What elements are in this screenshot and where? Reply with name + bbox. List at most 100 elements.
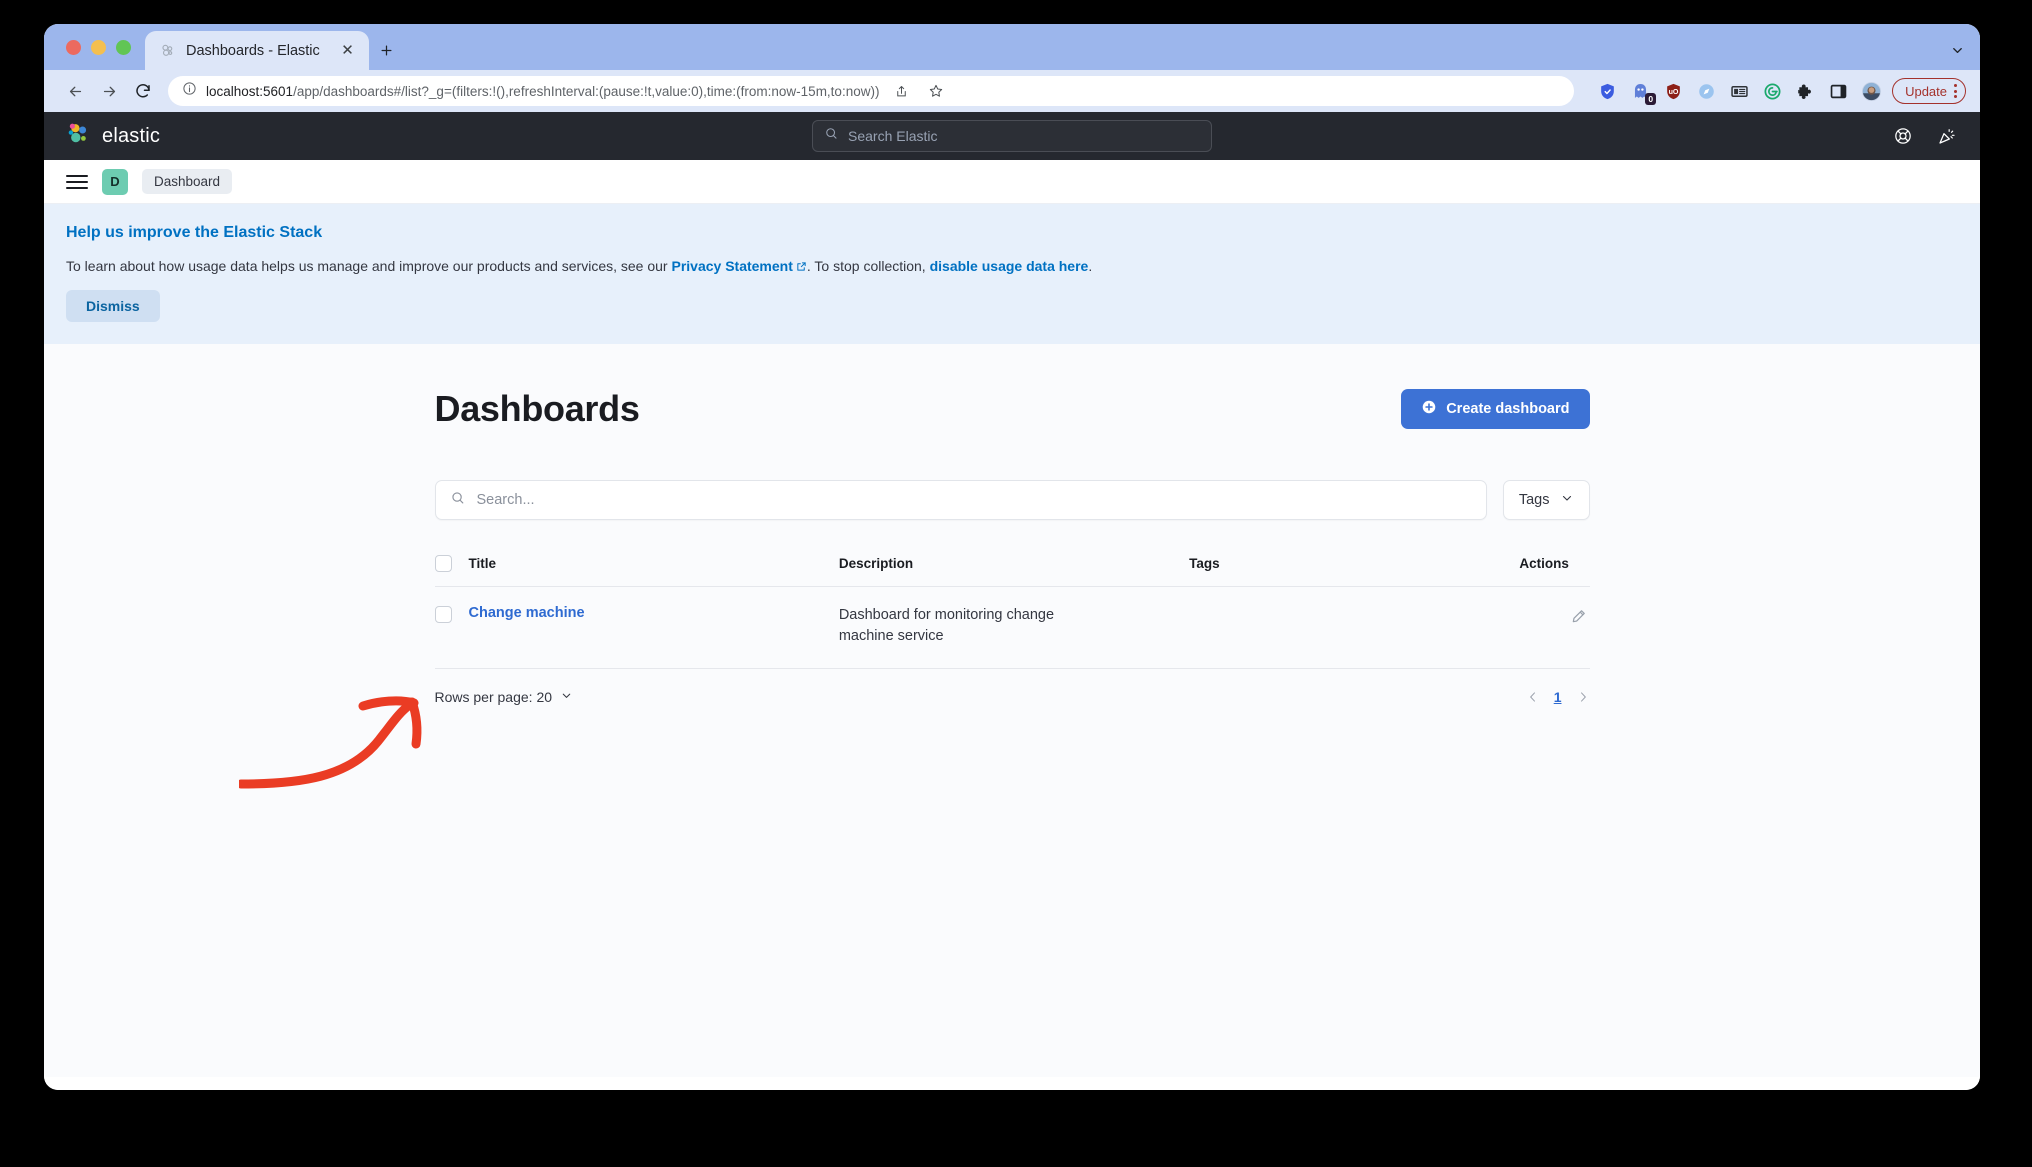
arrow-right-icon[interactable] <box>94 76 124 106</box>
browser-tab-strip: Dashboards - Elastic ✕ <box>44 24 1980 70</box>
browser-tab-title: Dashboards - Elastic <box>186 42 320 59</box>
chevron-left-icon[interactable] <box>1526 690 1540 704</box>
puzzle-extensions-icon[interactable] <box>1794 80 1816 102</box>
banner-body: To learn about how usage data helps us m… <box>66 258 1958 274</box>
grammarly-extension-icon[interactable] <box>1761 80 1783 102</box>
banner-text-end: . <box>1088 258 1093 274</box>
banner-text-before: To learn about how usage data helps us m… <box>66 258 672 274</box>
reload-icon[interactable] <box>128 76 158 106</box>
create-dashboard-button[interactable]: Create dashboard <box>1401 389 1590 429</box>
kebab-menu-icon[interactable] <box>1954 84 1957 98</box>
global-search-input[interactable]: Search Elastic <box>812 120 1212 152</box>
new-tab-button[interactable] <box>369 31 403 70</box>
select-all-cell <box>434 546 469 587</box>
banner-text-middle: . To stop collection, <box>806 258 930 274</box>
help-lifebuoy-icon[interactable] <box>1892 125 1914 147</box>
column-header-tags[interactable]: Tags <box>1189 546 1520 587</box>
chevron-right-icon[interactable] <box>1576 690 1590 704</box>
share-icon[interactable] <box>888 78 914 104</box>
table-row: Change machine Dashboard for monitoring … <box>434 586 1590 670</box>
window-traffic-lights <box>62 24 145 70</box>
ghostery-badge-count: 0 <box>1645 92 1657 105</box>
dismiss-button[interactable]: Dismiss <box>66 290 160 322</box>
dashboards-table: Title Description Tags Actions Change ma… <box>434 546 1590 670</box>
pager: 1 <box>1526 689 1590 705</box>
row-description-text: Dashboard for monitoring change machine … <box>838 607 1055 644</box>
tags-filter-button[interactable]: Tags <box>1502 480 1590 520</box>
hamburger-menu-icon[interactable] <box>66 174 88 189</box>
tags-filter-label: Tags <box>1518 492 1550 508</box>
elastic-wordmark: elastic <box>102 124 161 147</box>
chevron-down-icon <box>560 689 573 705</box>
update-button[interactable]: Update <box>1892 78 1966 104</box>
breadcrumb-item-dashboard[interactable]: Dashboard <box>142 169 233 194</box>
create-dashboard-label: Create dashboard <box>1446 401 1570 417</box>
filter-row: Search... Tags <box>434 480 1590 520</box>
ghostery-extension-icon[interactable]: 0 <box>1629 80 1657 105</box>
address-bar-url: localhost:5601/app/dashboards#/list?_g=(… <box>206 84 879 99</box>
row-title-cell: Change machine <box>468 586 839 670</box>
kibana-page: elastic Search Elastic D Dashboard Help … <box>44 112 1980 1090</box>
info-circle-icon[interactable] <box>182 81 197 101</box>
select-all-checkbox[interactable] <box>434 555 452 572</box>
ublock-extension-icon[interactable]: uO <box>1662 80 1684 102</box>
news-celebration-icon[interactable] <box>1936 125 1958 147</box>
chevron-down-icon <box>1560 491 1574 509</box>
profile-avatar[interactable] <box>1860 80 1882 102</box>
column-header-title[interactable]: Title <box>468 546 839 587</box>
row-tags-cell <box>1189 586 1520 670</box>
banner-title: Help us improve the Elastic Stack <box>66 224 323 241</box>
tab-strip-spacer <box>403 31 1934 70</box>
search-input[interactable]: Search... <box>434 480 1487 520</box>
elastic-home-link[interactable]: elastic <box>66 121 160 152</box>
pencil-edit-icon[interactable] <box>1568 605 1590 627</box>
reader-extension-icon[interactable] <box>1728 80 1750 102</box>
header-action-icons <box>1892 125 1958 147</box>
page-title: Dashboards <box>434 388 640 429</box>
row-description-cell: Dashboard for monitoring change machine … <box>838 586 1190 670</box>
search-icon <box>450 490 466 511</box>
address-bar[interactable]: localhost:5601/app/dashboards#/list?_g=(… <box>168 76 1575 106</box>
pagination: Rows per page: 20 1 <box>435 669 1590 705</box>
dashboards-list-page: Dashboards Create dashboard Search... Ta… <box>44 344 1980 1077</box>
star-icon[interactable] <box>923 78 949 104</box>
url-path: /app/dashboards#/list?_g=(filters:!(),re… <box>293 83 880 99</box>
arrow-left-icon[interactable] <box>60 76 90 106</box>
minimize-window-button[interactable] <box>91 39 106 55</box>
update-button-label: Update <box>1905 83 1947 99</box>
plus-circle-icon <box>1421 399 1437 419</box>
extension-tray: 0 uO <box>1586 80 1882 105</box>
global-search-placeholder: Search Elastic <box>848 128 938 144</box>
browser-window: Dashboards - Elastic ✕ localhost:5601/ap… <box>44 24 1980 1090</box>
page-number-1[interactable]: 1 <box>1554 689 1562 705</box>
privacy-statement-link[interactable]: Privacy Statement <box>671 258 792 274</box>
page-header: Dashboards Create dashboard <box>435 388 1590 430</box>
row-checkbox-cell <box>434 586 469 670</box>
chevron-down-icon[interactable] <box>1934 31 1980 70</box>
svg-text:uO: uO <box>1668 88 1678 96</box>
elastic-logo-icon <box>66 121 92 152</box>
sidepanel-icon[interactable] <box>1827 80 1849 102</box>
compass-extension-icon[interactable] <box>1695 80 1717 102</box>
close-icon[interactable]: ✕ <box>338 41 357 60</box>
close-window-button[interactable] <box>66 39 81 55</box>
rows-per-page-button[interactable]: Rows per page: 20 <box>435 689 574 705</box>
dashboard-link-change-machine[interactable]: Change machine <box>469 605 585 621</box>
external-link-icon <box>796 259 807 271</box>
row-checkbox[interactable] <box>434 606 452 623</box>
table-header-row: Title Description Tags Actions <box>434 546 1590 587</box>
content-container: Dashboards Create dashboard Search... Ta… <box>434 388 1590 705</box>
breadcrumb: D Dashboard <box>44 160 1980 204</box>
shield-extension-icon[interactable] <box>1596 80 1618 102</box>
browser-toolbar: localhost:5601/app/dashboards#/list?_g=(… <box>44 70 1980 112</box>
row-actions-cell <box>1519 586 1590 670</box>
browser-tab[interactable]: Dashboards - Elastic ✕ <box>145 31 369 70</box>
rows-per-page-label: Rows per page: 20 <box>434 689 553 706</box>
disable-usage-data-link[interactable]: disable usage data here <box>930 258 1089 274</box>
column-header-description[interactable]: Description <box>838 546 1190 587</box>
elastic-logo-icon <box>159 42 176 59</box>
search-icon <box>824 126 839 146</box>
maximize-window-button[interactable] <box>116 39 131 55</box>
space-avatar[interactable]: D <box>102 168 128 195</box>
column-header-actions: Actions <box>1519 546 1590 587</box>
